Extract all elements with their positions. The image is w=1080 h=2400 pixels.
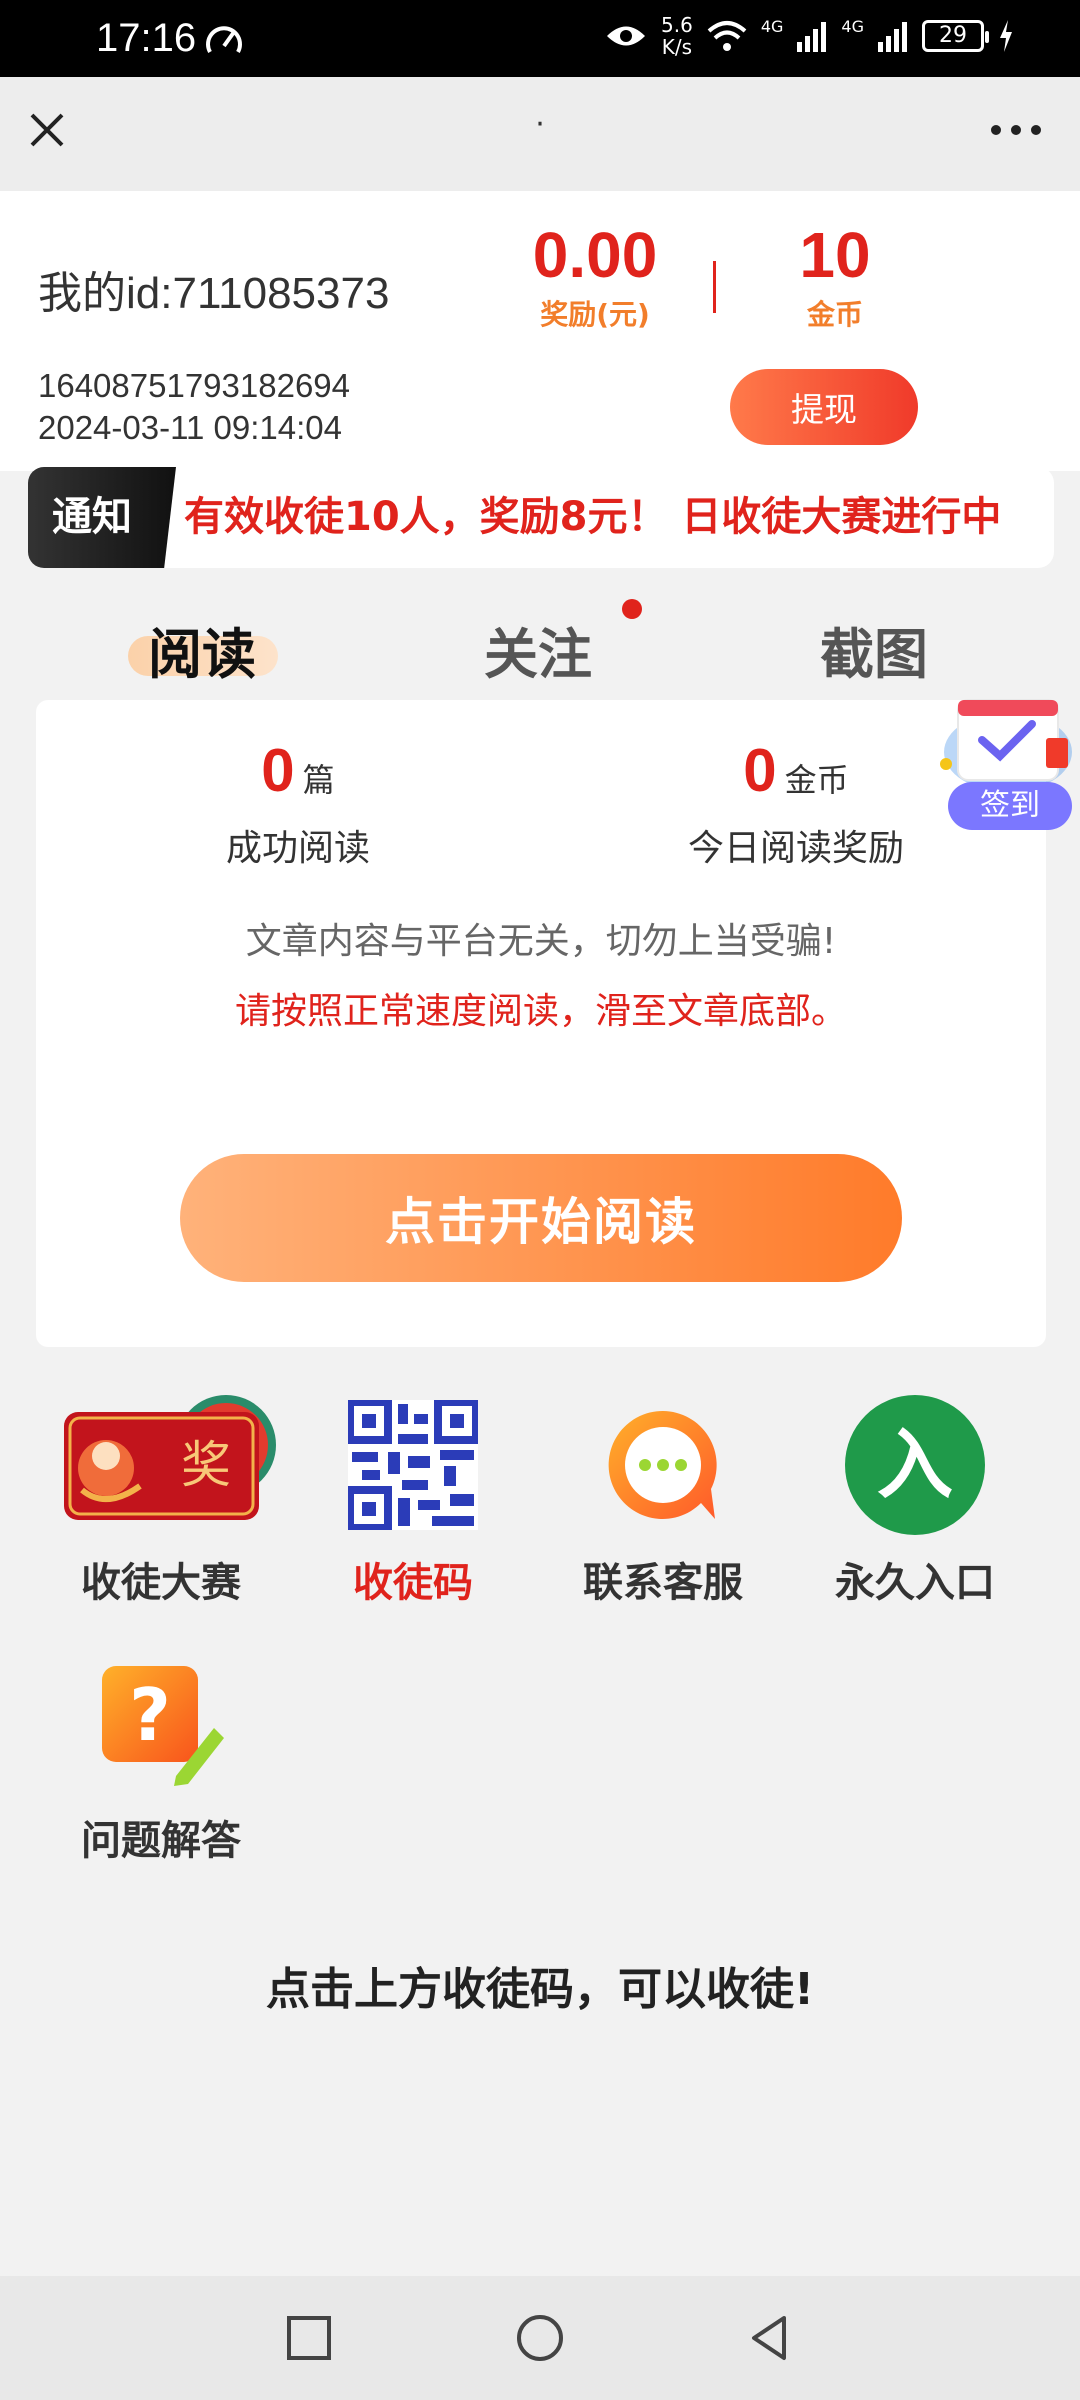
feature-label: 问题解答	[81, 1818, 241, 1864]
system-nav-bar	[0, 2276, 1080, 2400]
feature-label: 收徒大赛	[81, 1560, 241, 1606]
warning-text: 请按照正常速度阅读，滑至文章底部。	[234, 991, 847, 1032]
feature-faq[interactable]: ? 问题解答	[36, 1648, 286, 1866]
network-type-2: 4G	[841, 16, 864, 36]
title-bar: ·	[0, 77, 1080, 191]
notice-banner[interactable]: 通知 有效收徒10人，奖励8元！ 日收徒大赛进行中	[28, 467, 1054, 568]
account-datetime: 2024-03-11 09:14:04	[38, 409, 342, 446]
feature-customer-service[interactable]: 联系客服	[538, 1390, 788, 1608]
feature-label: 联系客服	[583, 1560, 743, 1606]
disclaimer-text: 文章内容与平台无关，切勿上当受骗!	[245, 921, 837, 962]
coins-stat: 10 金币	[770, 221, 900, 333]
coins-value: 10	[799, 219, 871, 291]
charging-icon	[1000, 20, 1012, 52]
tab-read[interactable]: 阅读	[102, 610, 302, 689]
articles-unit: 篇	[302, 761, 335, 799]
sign-in-button[interactable]: 签到	[938, 694, 1078, 834]
read-card: 0篇 成功阅读 0 金币 今日阅读奖励 文章内容与平台无关，切勿上当受骗! 请按照…	[36, 700, 1046, 1347]
coins-label: 金币	[806, 298, 863, 331]
reading-coins-count: 0	[743, 737, 777, 804]
invite-tip: 点击上方收徒码，可以收徒!	[265, 1964, 815, 2015]
page-title: ·	[535, 107, 545, 142]
question-icon: ?	[102, 1666, 224, 1786]
home-icon[interactable]	[508, 2306, 572, 2370]
reading-coins-unit: 金币	[784, 761, 849, 799]
reward-label: 奖励(元)	[540, 298, 650, 331]
tab-screenshot[interactable]: 截图	[774, 610, 974, 689]
qr-code-icon	[348, 1400, 478, 1530]
status-indicators: 5.6 K/s 4G 4G 29	[605, 14, 1014, 58]
notice-text: 有效收徒10人，奖励8元！ 日收徒大赛进行中	[184, 494, 1002, 540]
task-tabs: 阅读 关注 截图	[0, 590, 1080, 700]
feature-label: 收徒码	[353, 1560, 473, 1606]
start-reading-button[interactable]: 点击开始阅读	[180, 1154, 902, 1282]
articles-stat: 0篇 成功阅读	[88, 736, 508, 871]
reward-stat: 0.00 奖励(元)	[520, 221, 670, 333]
eye-icon	[607, 26, 646, 46]
tab-follow-dot	[622, 599, 642, 619]
network-type-1: 4G	[760, 16, 784, 36]
reward-value: 0.00	[532, 219, 658, 291]
recent-apps-icon[interactable]	[277, 2306, 341, 2370]
calendar-check-icon	[940, 699, 1072, 792]
more-icon[interactable]	[986, 115, 1046, 145]
chat-icon	[608, 1410, 717, 1519]
entrance-icon: 入	[845, 1395, 985, 1535]
account-code: 16408751793182694	[38, 367, 351, 404]
network-speed: 5.6 K/s	[661, 13, 693, 59]
tab-follow[interactable]: 关注	[438, 610, 638, 689]
back-icon[interactable]	[738, 2306, 802, 2370]
prize-icon: 奖	[64, 1395, 276, 1520]
feature-recruit-code[interactable]: 收徒码	[288, 1390, 538, 1608]
feature-permanent-entrance[interactable]: 入 永久入口	[790, 1390, 1040, 1608]
withdraw-button[interactable]: 提现	[730, 369, 918, 445]
faq-badge-text: ?	[129, 1673, 171, 1757]
status-time: 17:16	[96, 16, 197, 60]
entrance-badge-text: 入	[877, 1420, 953, 1509]
articles-label: 成功阅读	[225, 828, 370, 869]
notice-tag: 通知	[28, 467, 176, 568]
signal-icon-1	[797, 22, 827, 52]
account-meta: 16408751793182694 2024-03-11 09:14:04	[38, 365, 350, 449]
signal-icon-2	[878, 22, 907, 52]
wifi-icon	[707, 21, 747, 51]
account-header: 我的id:711085373 0.00 奖励(元) 10 金币 16408751…	[0, 191, 1080, 471]
feature-recruit-contest[interactable]: 奖 收徒大赛	[36, 1390, 286, 1608]
status-bar: 17:16 5.6 K/s 4G 4G 29	[0, 0, 1080, 77]
articles-count: 0	[261, 737, 295, 804]
data-saver-icon	[206, 26, 242, 53]
feature-label: 永久入口	[835, 1560, 995, 1606]
stat-divider	[713, 261, 716, 313]
sign-in-label: 签到	[948, 782, 1072, 830]
user-id: 我的id:711085373	[38, 269, 390, 318]
prize-badge-text: 奖	[181, 1436, 231, 1494]
battery-indicator: 29	[922, 20, 989, 52]
